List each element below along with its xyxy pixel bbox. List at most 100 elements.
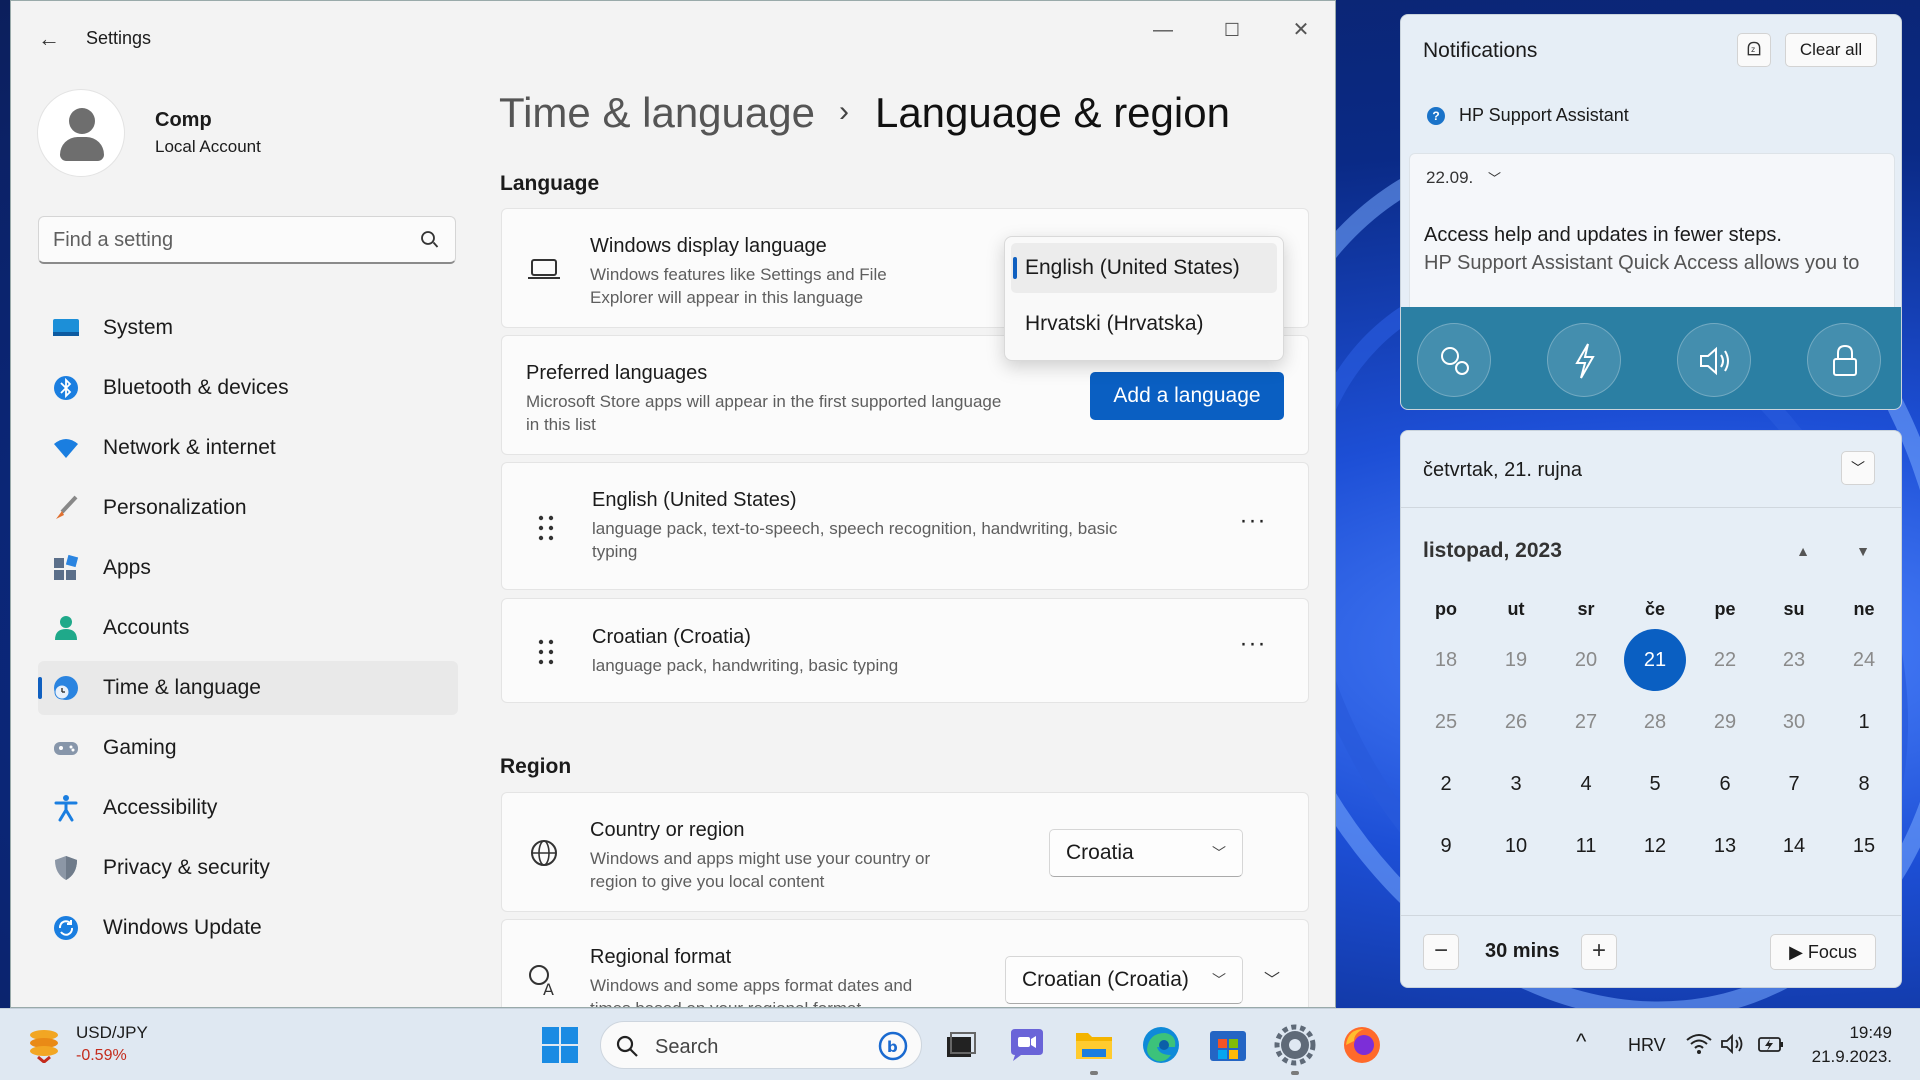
expand-chevron-icon[interactable]: ﹀: [1264, 966, 1280, 990]
drag-handle-icon[interactable]: [536, 513, 556, 543]
page-title: Language & region: [874, 89, 1230, 136]
calendar-day[interactable]: 11: [1555, 815, 1617, 877]
search-icon[interactable]: [419, 229, 439, 251]
calendar-day[interactable]: 14: [1763, 815, 1825, 877]
search-input[interactable]: [53, 227, 393, 253]
regional-format-select[interactable]: Croatian (Croatia) ﹀: [1005, 956, 1243, 1004]
close-button[interactable]: ✕: [1276, 13, 1326, 47]
sidebar-item-windows-update[interactable]: Windows Update: [38, 901, 458, 955]
calendar-day[interactable]: 15: [1833, 815, 1895, 877]
back-arrow-icon[interactable]: ←: [35, 25, 63, 53]
edge-icon[interactable]: [1139, 1023, 1183, 1067]
teams-chat-icon[interactable]: [1005, 1023, 1049, 1067]
notification-date[interactable]: 22.09. ﹀: [1426, 168, 1501, 188]
display-language-subtitle-2: Explorer will appear in this language: [590, 288, 864, 307]
input-language-indicator[interactable]: HRV: [1628, 1035, 1666, 1056]
maximize-button[interactable]: ☐: [1207, 13, 1257, 47]
more-options-icon[interactable]: ···: [1238, 509, 1268, 541]
calendar-day[interactable]: 12: [1624, 815, 1686, 877]
calendar-day[interactable]: 20: [1555, 629, 1617, 691]
volume-icon[interactable]: [1720, 1033, 1744, 1055]
weekday-header: su: [1783, 599, 1805, 619]
calendar-day[interactable]: 4: [1555, 753, 1617, 815]
dropdown-option-english[interactable]: English (United States): [1011, 243, 1277, 293]
sidebar-item-privacy[interactable]: Privacy & security: [38, 841, 458, 895]
calendar-day[interactable]: 1: [1833, 691, 1895, 753]
sidebar-item-time-language[interactable]: Time & language: [38, 661, 458, 715]
preferred-languages-title: Preferred languages: [526, 362, 708, 384]
task-view-icon[interactable]: [938, 1023, 982, 1067]
language-item-english[interactable]: English (United States) language pack, t…: [501, 462, 1309, 590]
add-language-button[interactable]: Add a language: [1090, 372, 1284, 420]
country-select[interactable]: Croatia ﹀: [1049, 829, 1243, 877]
calendar-day[interactable]: 18: [1415, 629, 1477, 691]
calendar-day[interactable]: 24: [1833, 629, 1895, 691]
previous-month-icon[interactable]: ▲: [1791, 539, 1815, 563]
calendar-month-label[interactable]: listopad, 2023: [1423, 539, 1562, 563]
calendar-day[interactable]: 28: [1624, 691, 1686, 753]
more-options-icon[interactable]: ···: [1238, 632, 1268, 664]
calendar-day[interactable]: 29: [1694, 691, 1756, 753]
sidebar-item-accessibility[interactable]: Accessibility: [38, 781, 458, 835]
minimize-button[interactable]: —: [1138, 13, 1188, 47]
file-explorer-icon[interactable]: [1072, 1023, 1116, 1075]
language-name: English (United States): [592, 489, 797, 511]
settings-icon[interactable]: [1273, 1023, 1317, 1075]
sidebar-item-apps[interactable]: Apps: [38, 541, 458, 595]
notifications-title: Notifications: [1423, 39, 1538, 62]
calendar-day[interactable]: 22: [1694, 629, 1756, 691]
chevron-down-icon: ﹀: [1212, 845, 1226, 861]
calendar-day[interactable]: 25: [1415, 691, 1477, 753]
clear-all-button[interactable]: Clear all: [1785, 33, 1877, 67]
calendar-day[interactable]: 27: [1555, 691, 1617, 753]
dropdown-option-hrvatski[interactable]: Hrvatski (Hrvatska): [1011, 299, 1277, 349]
drag-handle-icon[interactable]: [536, 637, 556, 667]
language-item-croatian[interactable]: Croatian (Croatia) language pack, handwr…: [501, 598, 1309, 703]
lock-icon: [1807, 323, 1881, 397]
calendar-day[interactable]: 5: [1624, 753, 1686, 815]
stock-symbol[interactable]: USD/JPY: [76, 1023, 148, 1043]
calendar-day[interactable]: 9: [1415, 815, 1477, 877]
sidebar-item-network[interactable]: Network & internet: [38, 421, 458, 475]
calendar-day[interactable]: 3: [1485, 753, 1547, 815]
accounts-icon: [55, 616, 77, 640]
calendar-day[interactable]: 26: [1485, 691, 1547, 753]
calendar-day[interactable]: 2: [1415, 753, 1477, 815]
decrease-focus-button[interactable]: −: [1423, 934, 1459, 970]
calendar-day[interactable]: 30: [1763, 691, 1825, 753]
taskbar-search-box[interactable]: Search b: [600, 1021, 922, 1069]
calendar-day[interactable]: 13: [1694, 815, 1756, 877]
battery-charging-icon[interactable]: [1758, 1035, 1784, 1053]
clock-time[interactable]: 19:49: [1812, 1023, 1892, 1043]
show-hidden-icons-chevron[interactable]: ^: [1576, 1029, 1586, 1055]
calendar-day[interactable]: 8: [1833, 753, 1895, 815]
language-section-title: Language: [500, 172, 600, 195]
do-not-disturb-button[interactable]: z: [1737, 33, 1771, 67]
stocks-widget-icon[interactable]: [26, 1027, 66, 1063]
calendar-day[interactable]: 23: [1763, 629, 1825, 691]
increase-focus-button[interactable]: +: [1581, 934, 1617, 970]
calendar-today-label: četvrtak, 21. rujna: [1423, 459, 1582, 481]
globe-icon: [531, 840, 557, 866]
sidebar-item-bluetooth[interactable]: Bluetooth & devices: [38, 361, 458, 415]
store-icon[interactable]: [1206, 1023, 1250, 1067]
start-icon[interactable]: [538, 1023, 582, 1067]
calendar-day-today[interactable]: 21: [1624, 629, 1686, 691]
sidebar-item-personalization[interactable]: Personalization: [38, 481, 458, 535]
firefox-icon[interactable]: [1340, 1023, 1384, 1067]
breadcrumb-parent[interactable]: Time & language: [499, 89, 815, 136]
focus-button[interactable]: ▶ Focus: [1770, 934, 1876, 970]
collapse-calendar-button[interactable]: ﹀: [1841, 451, 1875, 485]
sidebar-item-system[interactable]: System: [38, 301, 458, 355]
calendar-day[interactable]: 19: [1485, 629, 1547, 691]
clock-date[interactable]: 21.9.2023.: [1800, 1047, 1892, 1067]
calendar-day[interactable]: 10: [1485, 815, 1547, 877]
calendar-day[interactable]: 7: [1763, 753, 1825, 815]
calendar-day[interactable]: 6: [1694, 753, 1756, 815]
wifi-icon[interactable]: [1686, 1033, 1712, 1055]
notification-card[interactable]: 22.09. ﹀ Access help and updates in fewe…: [1409, 153, 1895, 313]
sidebar-item-accounts[interactable]: Accounts: [38, 601, 458, 655]
sidebar-item-gaming[interactable]: Gaming: [38, 721, 458, 775]
bing-icon[interactable]: b: [877, 1030, 909, 1062]
next-month-icon[interactable]: ▼: [1851, 539, 1875, 563]
